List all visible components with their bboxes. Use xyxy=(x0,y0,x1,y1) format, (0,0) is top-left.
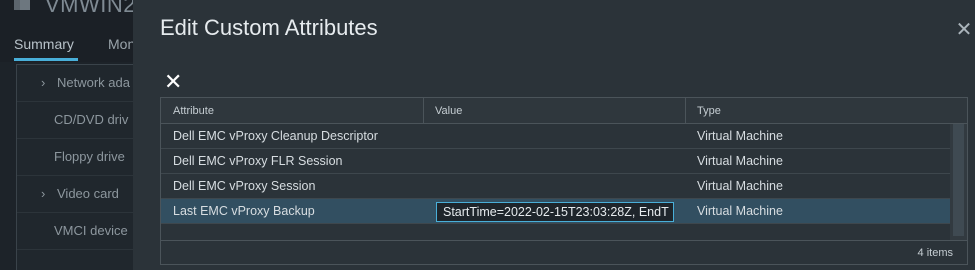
value-cell[interactable] xyxy=(423,124,685,148)
tab-summary[interactable]: Summary xyxy=(14,36,74,52)
hardware-row-label: Floppy drive xyxy=(54,149,125,164)
table-row-selected[interactable]: Last EMC vProxy Backup StartTime=2022-02… xyxy=(161,199,950,224)
vm-icon xyxy=(14,0,32,12)
grid-header: Attribute Value Type xyxy=(161,98,967,124)
value-edit-input[interactable]: StartTime=2022-02-15T23:03:28Z, EndT xyxy=(436,202,674,222)
attributes-grid: Attribute Value Type Dell EMC vProxy Cle… xyxy=(160,97,968,265)
table-row[interactable]: Dell EMC vProxy FLR Session Virtual Mach… xyxy=(161,149,950,174)
attribute-cell: Dell EMC vProxy Session xyxy=(173,179,316,193)
type-cell: Virtual Machine xyxy=(697,154,783,168)
attribute-cell: Dell EMC vProxy Cleanup Descriptor xyxy=(173,129,378,143)
edit-custom-attributes-dialog: Edit Custom Attributes ✕ ✕ Attribute Val… xyxy=(133,0,975,270)
type-cell: Virtual Machine xyxy=(697,179,783,193)
table-row[interactable]: Dell EMC vProxy Cleanup Descriptor Virtu… xyxy=(161,124,950,149)
hardware-list: › Network ada CD/DVD driv Floppy drive ›… xyxy=(16,64,135,270)
column-header-type[interactable]: Type xyxy=(685,98,965,124)
remove-attribute-button[interactable]: ✕ xyxy=(164,71,186,93)
type-cell: Virtual Machine xyxy=(697,204,783,218)
hardware-row-video[interactable]: › Video card xyxy=(17,176,135,213)
hardware-row-network[interactable]: › Network ada xyxy=(17,65,135,102)
value-cell[interactable] xyxy=(423,174,685,198)
tab-monitor[interactable]: Mon xyxy=(108,36,135,52)
vertical-scrollbar[interactable] xyxy=(950,124,967,240)
active-tab-indicator xyxy=(14,58,78,61)
column-header-attribute[interactable]: Attribute xyxy=(161,98,423,124)
hardware-row-label: VMCI device xyxy=(54,223,128,238)
vm-title: VMWIN2 xyxy=(45,0,136,17)
hardware-row-label: Network ada xyxy=(57,75,130,90)
item-count: 4 items xyxy=(917,247,953,259)
table-row[interactable]: Dell EMC vProxy Session Virtual Machine xyxy=(161,174,950,199)
hardware-row-floppy[interactable]: Floppy drive xyxy=(17,139,135,176)
attribute-cell: Last EMC vProxy Backup xyxy=(173,204,315,218)
close-icon[interactable]: ✕ xyxy=(953,19,975,41)
value-cell[interactable] xyxy=(423,149,685,173)
scrollbar-thumb[interactable] xyxy=(953,124,964,236)
attribute-cell: Dell EMC vProxy FLR Session xyxy=(173,154,343,168)
chevron-right-icon[interactable]: › xyxy=(41,186,45,201)
type-cell: Virtual Machine xyxy=(697,129,783,143)
hardware-row-vmci[interactable]: VMCI device xyxy=(17,213,135,250)
dialog-title: Edit Custom Attributes xyxy=(160,15,378,40)
hardware-row-cddvd[interactable]: CD/DVD driv xyxy=(17,102,135,139)
column-header-value[interactable]: Value xyxy=(423,98,685,124)
chevron-right-icon[interactable]: › xyxy=(41,75,45,90)
grid-footer: 4 items xyxy=(161,240,967,264)
hardware-row-label: CD/DVD driv xyxy=(54,112,129,127)
hardware-row-label: Video card xyxy=(57,186,119,201)
